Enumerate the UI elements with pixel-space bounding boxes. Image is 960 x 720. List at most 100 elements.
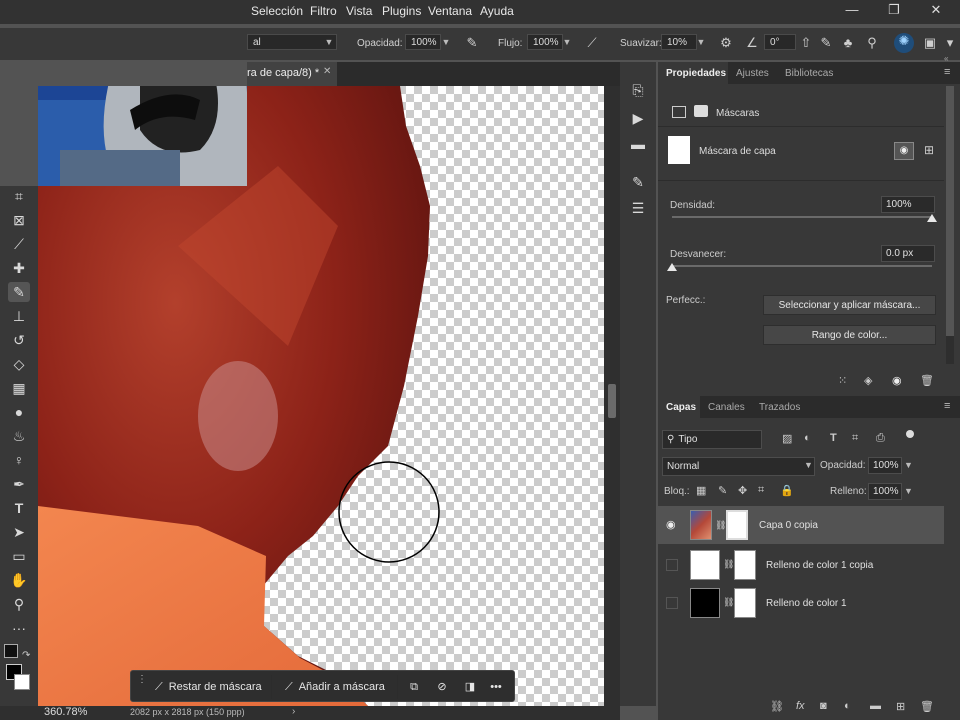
blend-mode-select[interactable]: Normal (662, 457, 815, 476)
link-icon[interactable]: ⛓ (715, 520, 726, 531)
pen-tool-icon[interactable]: ✒ (8, 474, 30, 494)
load-selection-icon[interactable]: ⁙ (838, 374, 847, 387)
panel-menu-icon[interactable]: ≡ (944, 400, 950, 412)
rectangle-tool-icon[interactable]: ▭ (8, 546, 30, 566)
visibility-eye-icon[interactable]: ◉ (666, 518, 676, 531)
select-pixel-mask-icon[interactable]: ◉ (894, 142, 914, 160)
density-slider-thumb[interactable] (927, 214, 937, 222)
chevron-down-icon[interactable]: ▼ (560, 34, 574, 50)
pixel-mask-icon[interactable] (672, 106, 686, 118)
history-icon[interactable]: ⎘ (628, 80, 648, 100)
menu-vista[interactable]: Vista (346, 4, 372, 18)
invert-mask-icon[interactable]: ◨ (459, 675, 481, 699)
filter-toggle-icon[interactable] (906, 430, 914, 438)
layer-row[interactable]: ◉ ⛓ Capa 0 copia (658, 506, 944, 544)
add-mask-icon[interactable]: ◙ (820, 700, 827, 712)
fill-input[interactable]: 100% (868, 483, 902, 500)
trash-icon[interactable]: 🗑 (920, 374, 934, 387)
chevron-down-icon[interactable]: ▼ (904, 460, 913, 470)
canvas-area[interactable]: ⋮ ⟋ Restar de máscara ⟋ Añadir a máscara ⧉… (38, 86, 604, 706)
drag-handle-icon[interactable]: ⋮ (137, 675, 147, 695)
swap-colors-icon[interactable]: ↷ (22, 650, 30, 661)
feather-slider[interactable] (672, 265, 932, 267)
history-brush-icon[interactable]: ↺ (8, 330, 30, 350)
angle-input[interactable]: 0° (764, 34, 796, 50)
layer-mask-thumbnail[interactable] (734, 588, 756, 618)
path-selection-icon[interactable]: ➤ (8, 522, 30, 542)
chevron-down-icon[interactable]: ▼ (439, 34, 453, 50)
layer-mask-thumbnail[interactable] (734, 550, 756, 580)
add-mask-button[interactable]: ⟋ Añadir a máscara (279, 675, 398, 699)
subtract-mask-button[interactable]: ⟋ Restar de máscara (147, 675, 272, 699)
adjustment-layer-icon[interactable]: ◐ (844, 700, 851, 712)
chevron-down-icon[interactable]: ▼ (322, 34, 336, 50)
link-icon[interactable]: ⛓ (723, 559, 734, 570)
properties-scroll-thumb[interactable] (946, 86, 954, 336)
hand-tool-icon[interactable]: ✋ (8, 570, 30, 590)
gear-icon[interactable]: ⚙ (718, 35, 734, 51)
feather-input[interactable]: 0.0 px (881, 245, 935, 262)
tab-bibliotecas[interactable]: Bibliotecas (785, 68, 833, 79)
feather-slider-thumb[interactable] (667, 263, 677, 271)
chevron-down-icon[interactable]: ▼ (694, 34, 708, 50)
layer-filter-select[interactable]: ⚲ Tipo (662, 430, 762, 449)
link-icon[interactable]: ⛓ (723, 597, 734, 608)
select-and-mask-button[interactable]: Seleccionar y aplicar máscara... (763, 295, 936, 315)
density-slider[interactable] (672, 216, 932, 218)
close-window-button[interactable]: ✕ (920, 2, 952, 20)
menu-seleccion[interactable]: Selección (251, 4, 303, 18)
restore-button[interactable]: ❐ (878, 2, 910, 20)
filter-smart-object-icon[interactable]: ⎙ (876, 432, 885, 445)
lock-artboard-icon[interactable]: ⌗ (758, 484, 764, 497)
airbrush-icon[interactable]: ⟋ (584, 35, 600, 51)
panel-menu-icon[interactable]: ≡ (944, 66, 950, 78)
chevron-down-icon[interactable]: ▼ (804, 460, 813, 470)
close-tab-icon[interactable]: ✕ (323, 66, 331, 77)
trash-icon[interactable]: 🗑 (920, 700, 934, 713)
filter-type-icon[interactable]: T (830, 432, 837, 444)
background-color-swatch[interactable] (14, 674, 30, 690)
link-layers-icon[interactable]: ⛓ (770, 700, 784, 713)
blur-tool-icon[interactable]: ● (8, 402, 30, 422)
fx-icon[interactable]: fx (796, 700, 805, 712)
minimize-button[interactable]: — (836, 2, 868, 20)
menu-ventana[interactable]: Ventana (428, 4, 472, 18)
mask-thumbnail[interactable] (668, 136, 690, 164)
menu-filtro[interactable]: Filtro (310, 4, 337, 18)
pressure-opacity-icon[interactable]: ✎ (464, 35, 480, 51)
vector-mask-icon[interactable] (694, 105, 708, 117)
scroll-thumb[interactable] (608, 384, 616, 418)
lock-position-icon[interactable]: ✥ (738, 484, 747, 497)
apply-mask-icon[interactable]: ◈ (864, 374, 872, 387)
collapse-panels-icon[interactable]: « (944, 54, 948, 63)
mask-options-icon[interactable]: ⧉ (403, 675, 425, 699)
more-tools-icon[interactable]: ··· (8, 618, 30, 638)
layer-mask-thumbnail[interactable] (726, 510, 748, 540)
lock-transparent-icon[interactable]: ▦ (696, 484, 706, 497)
visibility-empty-box[interactable] (666, 597, 678, 609)
eraser-tool-icon[interactable]: ◇ (8, 354, 30, 374)
actions-play-icon[interactable]: ▶ (628, 108, 648, 128)
disable-mask-icon[interactable]: ⊘ (431, 675, 453, 699)
comments-icon[interactable]: ▬ (628, 134, 648, 154)
color-range-button[interactable]: Rango de color... (763, 325, 936, 345)
new-layer-icon[interactable]: ⊞ (896, 700, 905, 713)
sponge-tool-icon[interactable]: ♀ (8, 450, 30, 470)
folder-icon[interactable]: ▬ (870, 700, 881, 712)
tab-capas[interactable]: Capas (666, 402, 696, 413)
healing-brush-icon[interactable]: ✚ (8, 258, 30, 278)
workspace-icon[interactable]: ▣ (922, 35, 938, 51)
layer-name[interactable]: Relleno de color 1 (766, 598, 847, 609)
vertical-scrollbar[interactable] (604, 86, 620, 706)
brush-tool-icon[interactable]: ✎ (8, 282, 30, 302)
symmetry-icon[interactable]: ✎ (818, 35, 834, 51)
visibility-empty-box[interactable] (666, 559, 678, 571)
more-options-icon[interactable]: ••• (485, 675, 507, 699)
menu-ayuda[interactable]: Ayuda (480, 4, 514, 18)
chevron-down-icon[interactable]: ▾ (942, 35, 958, 51)
dodge-tool-icon[interactable]: ♨ (8, 426, 30, 446)
search-icon[interactable]: ⚲ (864, 35, 880, 51)
gradient-tool-icon[interactable]: ▦ (8, 378, 30, 398)
brush-settings-icon[interactable]: ☰ (628, 198, 648, 218)
frame-tool-icon[interactable]: ⊠ (8, 210, 30, 230)
